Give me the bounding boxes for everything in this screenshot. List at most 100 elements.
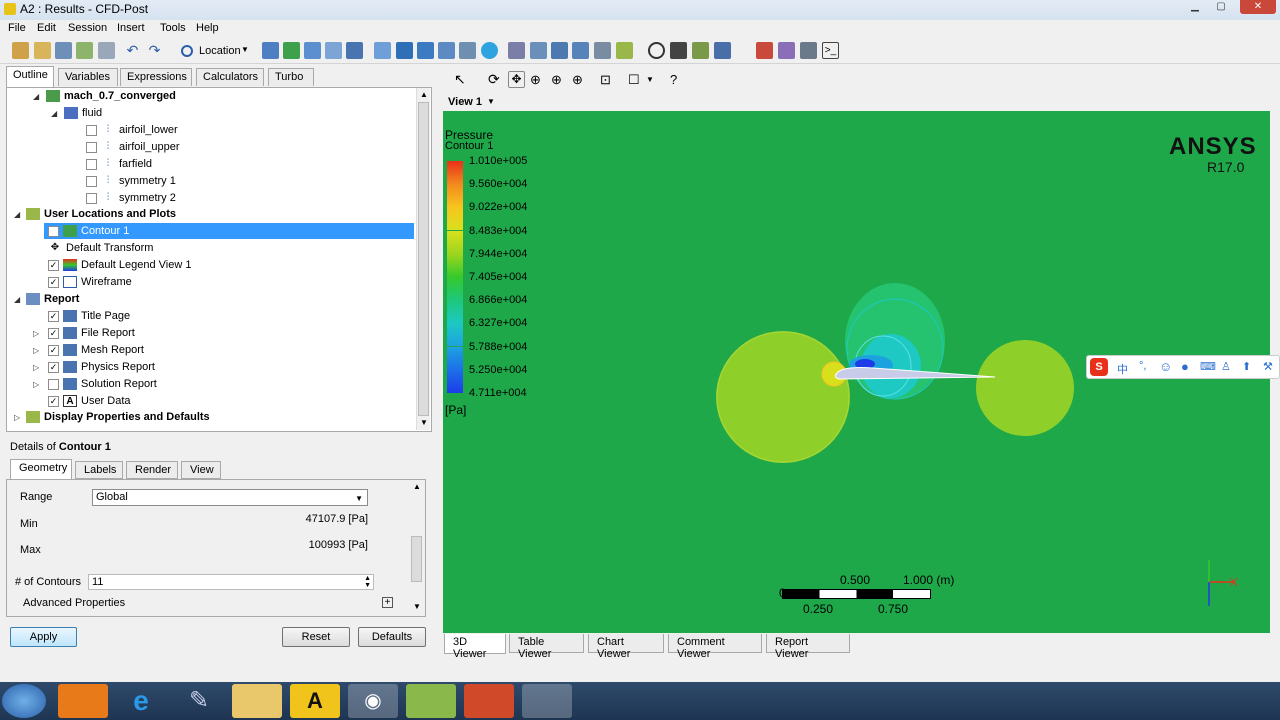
tree-report-item[interactable]: ✓ Physics Report xyxy=(48,359,155,375)
person-icon[interactable]: ♙ xyxy=(1221,360,1231,373)
tree-wireframe[interactable]: ✓ Wireframe xyxy=(48,274,132,290)
zoom-icon[interactable]: ⊕ xyxy=(530,71,547,88)
taskbar-explorer-icon[interactable] xyxy=(232,684,282,718)
taskbar-paint-icon[interactable]: ✎ xyxy=(174,684,224,718)
streamline-icon[interactable] xyxy=(304,42,321,59)
close-icon[interactable]: ✕ xyxy=(1240,0,1276,14)
figure-icon[interactable] xyxy=(616,42,633,59)
expand-arrow-icon[interactable]: ▷ xyxy=(14,413,20,422)
maximize-icon[interactable]: ▢ xyxy=(1210,0,1232,14)
collapse-arrow-icon[interactable]: ◢ xyxy=(33,92,39,101)
tree-boundary[interactable]: ⫶ symmetry 2 xyxy=(86,190,176,206)
open-icon[interactable] xyxy=(34,42,51,59)
microphone-icon[interactable]: ● xyxy=(1181,359,1189,374)
tree-default-transform[interactable]: ✥ Default Transform xyxy=(48,240,154,256)
volume-render-icon[interactable] xyxy=(346,42,363,59)
sogou-icon[interactable]: S xyxy=(1090,358,1108,376)
expression-icon[interactable] xyxy=(530,42,547,59)
ime-toolbar[interactable]: S 中 °, ☺ ● ⌨ ♙ ⬆ ⚒ xyxy=(1086,355,1280,379)
table-icon[interactable] xyxy=(551,42,568,59)
menu-insert[interactable]: Insert xyxy=(117,22,145,34)
tree-domain[interactable]: fluid xyxy=(64,105,102,121)
advanced-properties[interactable]: Advanced Properties xyxy=(23,597,125,609)
menu-edit[interactable]: Edit xyxy=(37,22,56,34)
probe-icon[interactable] xyxy=(714,42,731,59)
collapse-arrow-icon[interactable]: ◢ xyxy=(51,109,57,118)
undo-icon[interactable]: ↶ xyxy=(124,42,141,59)
print-icon[interactable] xyxy=(98,42,115,59)
tree-boundary[interactable]: ⫶ airfoil_lower xyxy=(86,122,178,138)
visibility-checkbox[interactable]: ✓ xyxy=(48,361,59,373)
variable-icon[interactable] xyxy=(508,42,525,59)
tab-chart-viewer[interactable]: Chart Viewer xyxy=(588,634,664,660)
visibility-checkbox[interactable]: ✓ xyxy=(48,344,59,356)
visibility-checkbox[interactable]: ✓ xyxy=(48,310,59,322)
tree-default-legend[interactable]: ✓ Default Legend View 1 xyxy=(48,257,192,273)
expand-arrow-icon[interactable]: ▷ xyxy=(33,346,39,355)
instance-transform-icon[interactable] xyxy=(438,42,455,59)
command-editor-icon[interactable]: >_ xyxy=(822,42,839,59)
tree-display-properties[interactable]: Display Properties and Defaults xyxy=(26,409,210,425)
scroll-up-icon[interactable]: ▲ xyxy=(413,482,421,491)
help-pointer-icon[interactable]: ? xyxy=(670,71,687,88)
reset-button[interactable]: Reset xyxy=(282,627,350,647)
quick-editor-icon[interactable] xyxy=(692,42,709,59)
chart-icon[interactable] xyxy=(572,42,589,59)
stepper-arrows-icon[interactable]: ▲ ▼ xyxy=(364,575,371,589)
scroll-up-icon[interactable]: ▲ xyxy=(420,90,428,99)
scroll-down-icon[interactable]: ▼ xyxy=(413,602,421,611)
case-compare-icon[interactable] xyxy=(800,42,817,59)
tree-boundary[interactable]: ⫶ airfoil_upper xyxy=(86,139,180,155)
tab-turbo[interactable]: Turbo xyxy=(268,68,314,86)
tab-variables[interactable]: Variables xyxy=(58,68,118,86)
load-icon[interactable] xyxy=(55,42,72,59)
apply-button[interactable]: Apply xyxy=(10,627,77,647)
tab-calculators[interactable]: Calculators xyxy=(196,68,264,86)
tree-boundary[interactable]: ⫶ farfield xyxy=(86,156,152,172)
tab-render[interactable]: Render xyxy=(126,461,178,479)
tree-report[interactable]: Report xyxy=(26,291,79,307)
text-icon[interactable] xyxy=(374,42,391,59)
particle-track-icon[interactable] xyxy=(325,42,342,59)
menu-session[interactable]: Session xyxy=(68,22,107,34)
chevron-down-icon[interactable]: ▼ xyxy=(487,97,495,106)
taskbar-recorder-icon[interactable] xyxy=(522,684,572,718)
fit-view-icon[interactable]: ⊡ xyxy=(600,71,617,88)
menu-help[interactable]: Help xyxy=(196,22,219,34)
new-icon[interactable] xyxy=(12,42,29,59)
menu-file[interactable]: File xyxy=(8,22,26,34)
visibility-checkbox[interactable] xyxy=(48,378,59,390)
tree-report-item[interactable]: ✓ Title Page xyxy=(48,308,130,324)
visibility-checkbox[interactable] xyxy=(86,175,97,187)
tree-report-item[interactable]: ✓ A User Data xyxy=(48,393,131,409)
chevron-down-icon[interactable]: ▼ xyxy=(646,75,654,84)
visibility-checkbox[interactable] xyxy=(86,141,97,153)
tab-view[interactable]: View xyxy=(181,461,221,479)
tree-report-item[interactable]: ✓ File Report xyxy=(48,325,135,341)
emoji-icon[interactable]: ☺ xyxy=(1159,359,1172,374)
contours-stepper[interactable]: 11 ▲ ▼ xyxy=(88,574,374,590)
scroll-down-icon[interactable]: ▼ xyxy=(420,418,428,427)
tab-table-viewer[interactable]: Table Viewer xyxy=(509,634,584,660)
tab-comment-viewer[interactable]: Comment Viewer xyxy=(668,634,762,660)
vector-icon[interactable] xyxy=(262,42,279,59)
punctuation-icon[interactable]: °, xyxy=(1139,360,1146,372)
tree-report-item[interactable]: ✓ Mesh Report xyxy=(48,342,144,358)
expand-arrow-icon[interactable]: ▷ xyxy=(33,380,39,389)
taskbar-ie-icon[interactable]: e xyxy=(116,684,166,718)
collapse-arrow-icon[interactable]: ◢ xyxy=(14,210,20,219)
start-button[interactable] xyxy=(2,684,46,718)
taskbar-notes-icon[interactable] xyxy=(406,684,456,718)
clock-icon[interactable] xyxy=(648,42,665,59)
viewport-layout-icon[interactable]: ☐ xyxy=(628,71,645,88)
collapse-arrow-icon[interactable]: ◢ xyxy=(14,295,20,304)
taskbar-ansys-icon[interactable]: A xyxy=(290,684,340,718)
tab-3d-viewer[interactable]: 3D Viewer xyxy=(444,634,506,660)
tree-case[interactable]: mach_0.7_converged xyxy=(46,88,176,104)
visibility-checkbox[interactable]: ✓ xyxy=(48,225,59,237)
zoom-fit-icon[interactable]: ⊕ xyxy=(572,71,589,88)
contour-icon[interactable] xyxy=(283,42,300,59)
tree-user-locations[interactable]: User Locations and Plots xyxy=(26,206,176,222)
animation-icon[interactable] xyxy=(670,42,687,59)
scroll-thumb[interactable] xyxy=(418,102,429,416)
